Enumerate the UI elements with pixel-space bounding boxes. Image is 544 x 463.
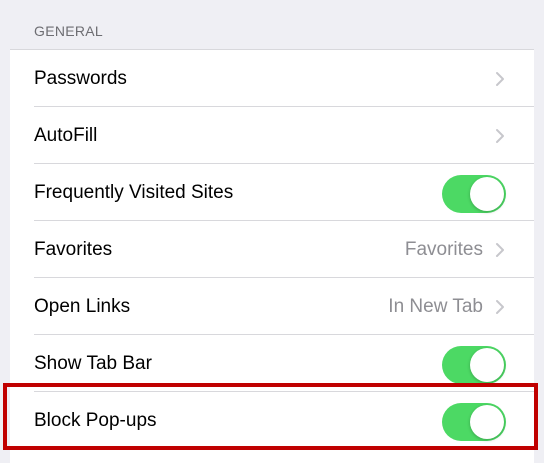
block-pop-ups-toggle[interactable] — [442, 403, 506, 441]
settings-row-frequently-visited-sites: Frequently Visited Sites — [10, 164, 534, 221]
row-label-show-tab-bar: Show Tab Bar — [34, 353, 152, 374]
row-label-favorites: Favorites — [34, 239, 113, 260]
row-value-favorites: Favorites — [404, 239, 483, 260]
toggle-knob — [470, 177, 504, 211]
toggle-knob — [470, 405, 504, 439]
toggle-knob — [470, 348, 504, 382]
chevron-right-icon — [496, 243, 504, 257]
row-label-frequently-visited-sites: Frequently Visited Sites — [34, 182, 234, 203]
row-divider — [34, 448, 534, 449]
row-label-open-links: Open Links — [34, 296, 131, 317]
settings-row-open-links[interactable]: Open Links In New Tab — [10, 278, 534, 335]
row-label-block-pop-ups: Block Pop-ups — [34, 410, 157, 431]
settings-row-block-pop-ups: Block Pop-ups — [10, 392, 534, 449]
chevron-right-icon — [496, 300, 504, 314]
row-value-open-links: In New Tab — [388, 296, 483, 317]
chevron-right-icon — [496, 72, 504, 86]
show-tab-bar-toggle[interactable] — [442, 346, 506, 384]
settings-row-favorites[interactable]: Favorites Favorites — [10, 221, 534, 278]
row-label-passwords: Passwords — [34, 68, 127, 89]
chevron-right-icon — [496, 129, 504, 143]
settings-panel: GENERAL Passwords AutoFill Frequently Vi… — [10, 10, 534, 463]
section-header-label: GENERAL — [34, 23, 104, 39]
settings-row-passwords[interactable]: Passwords — [10, 50, 534, 107]
section-header-general: GENERAL — [10, 10, 534, 50]
settings-row-show-tab-bar: Show Tab Bar — [10, 335, 534, 392]
row-label-autofill: AutoFill — [34, 125, 98, 146]
frequently-visited-sites-toggle[interactable] — [442, 175, 506, 213]
settings-row-autofill[interactable]: AutoFill — [10, 107, 534, 164]
